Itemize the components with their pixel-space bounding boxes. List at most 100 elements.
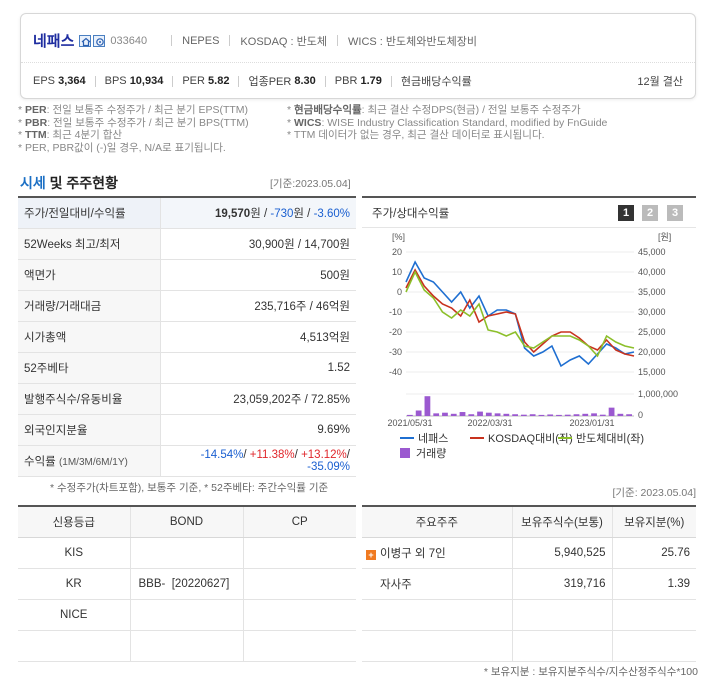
per-label: PER — [182, 75, 205, 87]
legend-label: 네패스 — [418, 432, 448, 445]
volume-bar — [547, 414, 554, 416]
right-tick-label: 20,000 — [638, 347, 666, 357]
price-value: 19,570원 / -730원 / -3.60% — [160, 197, 356, 229]
volume-bar — [591, 413, 597, 416]
note-line: * PER, PBR값이 (-)일 경우, N/A로 표기됩니다. — [18, 141, 226, 154]
legend-swatch — [400, 448, 410, 458]
left-tick-label: 10 — [392, 267, 402, 277]
chart-panel: 주가/상대수익률 1 2 3 [%] [원] 20 45,000 10 40,000 0 35… — [362, 196, 696, 474]
volume-bar — [433, 413, 440, 416]
chart-page-2[interactable]: 2 — [642, 205, 658, 221]
table-header-row: 주요주주 보유주식수(보통) 보유지분(%) — [362, 506, 696, 538]
table-header-row: 신용등급 BOND CP — [18, 506, 356, 538]
series-line — [405, 268, 635, 357]
table-row: 주가/전일대비/수익률 19,570원 / -730원 / -3.60% — [18, 197, 356, 229]
right-tick-label: 35,000 — [638, 287, 666, 297]
table-row — [18, 630, 356, 662]
company-header-card: 네패스 033640 NEPES KOSDAQ : 반도체 WICS : 반도체… — [20, 13, 696, 99]
industry-per-value: 8.30 — [294, 75, 316, 87]
expand-plus-icon[interactable]: + — [366, 549, 376, 560]
divider — [229, 35, 231, 46]
note-line: * TTM 데이터가 없는 경우, 최근 결산 데이터로 표시됩니다. — [287, 129, 545, 141]
bps-label: BPS — [104, 75, 127, 87]
left-tick-label: -10 — [389, 307, 402, 317]
volume-bar — [503, 413, 510, 416]
volume-bar — [450, 413, 457, 416]
table-row: 52Weeks 최고/최저 30,900원 / 14,700원 — [18, 228, 356, 260]
volume-bar — [477, 411, 483, 416]
volume-bar — [407, 414, 413, 416]
divider — [337, 35, 339, 46]
english-name: NEPES — [182, 34, 220, 47]
volume-bar — [582, 413, 589, 416]
right-tick-label: 15,000 — [638, 367, 666, 377]
chart-title: 주가/상대수익률 — [372, 208, 450, 220]
table-row: 거래량/거래대금 235,716주 / 46억원 — [18, 290, 356, 322]
row-label: 수익률 (1M/3M/6M/1Y) — [18, 445, 161, 477]
holders-footnote: * 보유지분 : 보유지분주식수/지수산정주식수*100 — [483, 666, 698, 678]
price-relative-return-chart: [%] [원] 20 45,000 10 40,000 0 35,000 -10 30,000 -2… — [387, 232, 678, 460]
base-date: [기준:2023.05.04] — [270, 178, 351, 190]
volume-bar — [485, 412, 492, 416]
home-icon[interactable] — [79, 34, 92, 47]
column-header: 보유주식수(보통) — [512, 506, 613, 538]
right-tick-label: 40,000 — [638, 267, 666, 277]
eps-label: EPS — [33, 75, 56, 87]
volume-bar — [529, 414, 536, 416]
column-header: 보유지분(%) — [612, 506, 696, 538]
note-line: * WICS: WISE Industry Classification Sta… — [287, 116, 608, 129]
company-title-row: 네패스 033640 NEPES KOSDAQ : 반도체 WICS : 반도체… — [33, 30, 477, 51]
volume-bar — [512, 414, 518, 416]
volume-bar — [442, 412, 448, 416]
pbr-value: 1.79 — [360, 75, 382, 87]
table-row — [362, 630, 696, 662]
left-axis-unit: [%] — [392, 232, 405, 242]
x-tick-label: 2022/03/31 — [467, 418, 512, 428]
divider — [172, 75, 174, 87]
volume-tick-label: 1,000,000 — [638, 389, 678, 399]
divider — [171, 35, 173, 46]
volume-bar — [415, 410, 422, 416]
right-tick-label: 30,000 — [638, 307, 666, 317]
series-line — [405, 270, 635, 358]
volume-bar — [626, 414, 632, 416]
ir-icon[interactable] — [93, 34, 106, 47]
table-row: 액면가 500원 — [18, 259, 356, 291]
volume-bar — [468, 414, 475, 416]
note-line: * PBR: 전일 보통주 수정주가 / 최근 분기 BPS(TTM) — [18, 116, 249, 129]
table-row: + 이병구 외 7인 5,940,525 25.76 — [362, 537, 696, 569]
table-row: KIS — [18, 537, 356, 569]
left-tick-label: -30 — [389, 347, 402, 357]
table-row: 발행주식수/유동비율 23,059,202주 / 72.85% — [18, 383, 356, 415]
left-tick-label: 20 — [392, 247, 402, 257]
volume-bar — [608, 407, 615, 416]
volume-bar — [599, 414, 606, 416]
notes-right: * 현금배당수익률: 최근 결산 수정DPS(현금) / 전일 보통주 수정주가… — [287, 104, 707, 142]
holder-name-cell[interactable]: + 이병구 외 7인 — [362, 537, 513, 569]
table-row: 외국인지분율 9.69% — [18, 414, 356, 446]
legend-label: 반도체대비(좌) — [576, 432, 644, 445]
table-row: 시가총액 4,513억원 — [18, 321, 356, 353]
volume-tick-label: 0 — [638, 410, 643, 420]
volume-bar — [573, 414, 580, 416]
legend-label: 거래량 — [416, 447, 446, 460]
volume-bar — [494, 413, 501, 416]
notes-left: * PER: 전일 보통주 수정주가 / 최근 분기 EPS(TTM) * PB… — [18, 104, 288, 154]
bps-value: 10,934 — [129, 75, 164, 87]
volume-bar — [564, 414, 571, 416]
note-line: * TTM: 최근 4분기 합산 — [18, 129, 123, 141]
section-title: 시세 및 주주현황 — [20, 175, 118, 191]
wics-info: WICS : 반도체와반도체장비 — [348, 35, 477, 48]
divider — [390, 75, 392, 87]
column-header: 신용등급 — [18, 506, 131, 538]
volume-bar — [424, 396, 431, 416]
left-tick-label: -20 — [389, 327, 402, 337]
column-header: CP — [243, 506, 356, 538]
chart-page-3[interactable]: 3 — [667, 205, 683, 221]
divider — [362, 227, 696, 228]
note-line: * 현금배당수익률: 최근 결산 수정DPS(현금) / 전일 보통주 수정주가 — [287, 104, 581, 116]
divider — [324, 75, 326, 87]
price-footnote: * 수정주가(차트포함), 보통주 기준, * 52주베타: 주간수익률 기준 — [50, 482, 329, 494]
chart-page-1[interactable]: 1 — [618, 205, 634, 221]
right-tick-label: 25,000 — [638, 327, 666, 337]
